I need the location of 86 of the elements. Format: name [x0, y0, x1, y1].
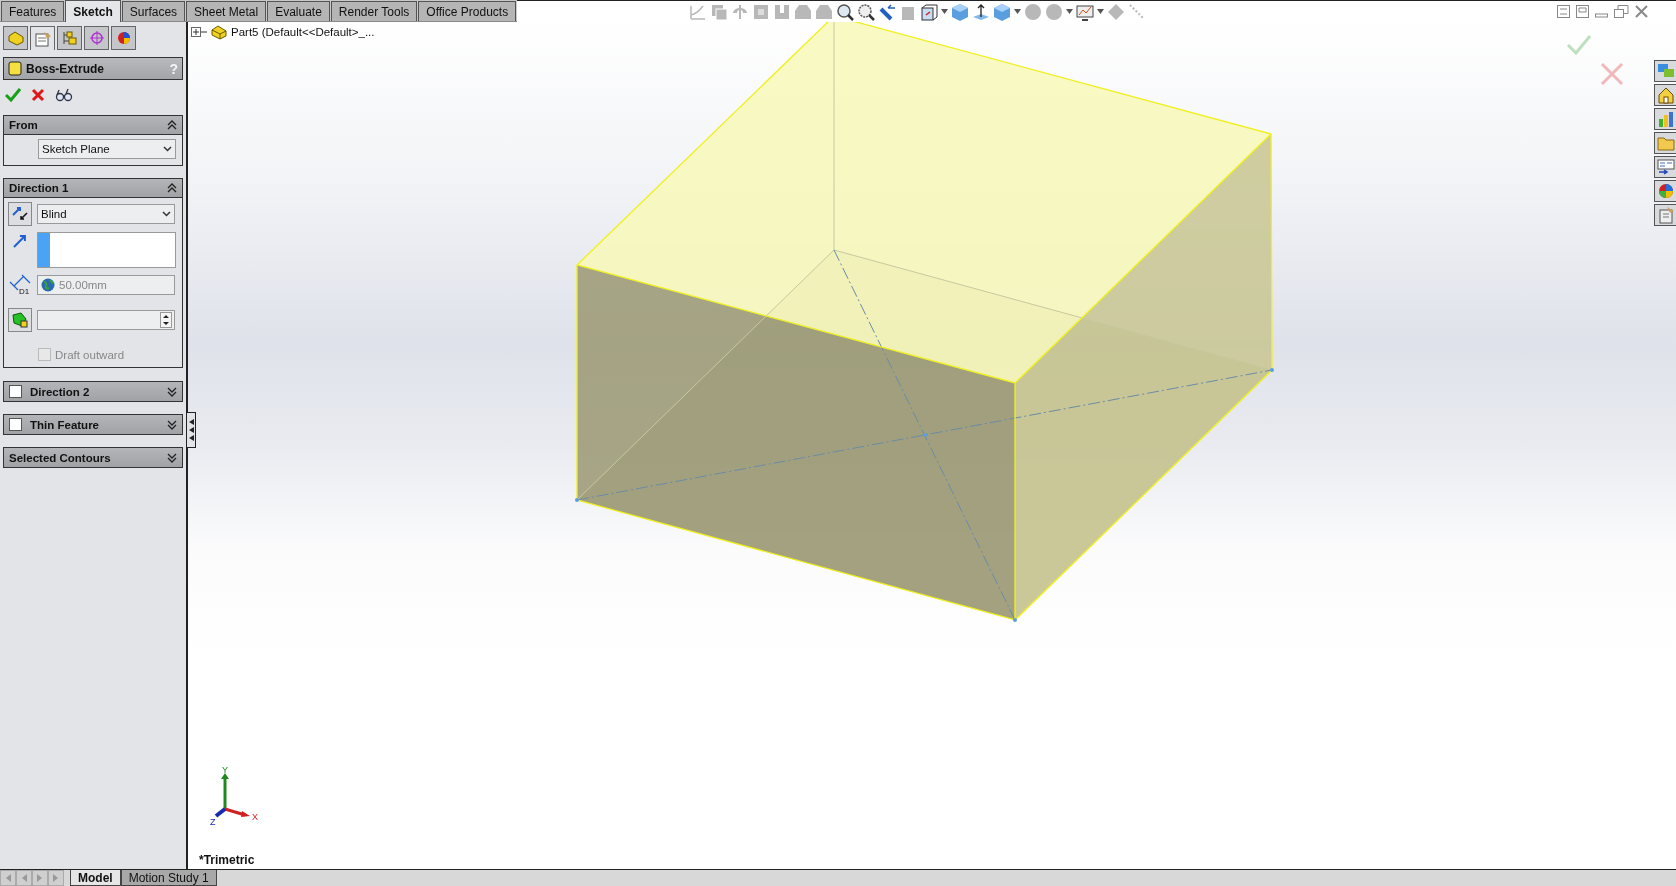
- expand-icon: [167, 419, 177, 430]
- caret-icon[interactable]: [1097, 9, 1105, 14]
- ghost-ok-check-icon[interactable]: [1566, 34, 1592, 56]
- command-tab[interactable]: Render Tools: [330, 1, 418, 21]
- task-pane-tab[interactable]: [1654, 132, 1676, 154]
- ok-check-icon[interactable]: [5, 88, 21, 102]
- bottom-tab[interactable]: Model: [70, 870, 121, 886]
- globe-icon: [40, 277, 56, 293]
- glasses-icon[interactable]: [55, 88, 73, 102]
- section-view-icon[interactable]: [710, 2, 729, 21]
- list-arrow-icon: [1656, 158, 1675, 176]
- axis-triad-drawing: Y X Z: [208, 765, 264, 827]
- panel-tab[interactable]: [111, 26, 136, 50]
- checkbox[interactable]: [9, 385, 22, 398]
- task-pane-tab[interactable]: [1654, 108, 1676, 130]
- tile-vertical-icon[interactable]: [1576, 5, 1589, 18]
- checkbox[interactable]: [9, 418, 22, 431]
- monitor-icon[interactable]: [1076, 2, 1095, 21]
- task-pane-tab[interactable]: [1654, 84, 1676, 106]
- panel-tab[interactable]: [57, 26, 82, 50]
- task-pane-tab[interactable]: [1654, 156, 1676, 178]
- draft-icon: [11, 311, 29, 329]
- crosshair-icon: [87, 30, 106, 46]
- scroll-left-icon: [21, 874, 27, 882]
- clipboard-icon: [1656, 206, 1675, 224]
- view-orientation-label: *Trimetric: [199, 853, 255, 867]
- chat-bubbles-icon: [1656, 62, 1675, 80]
- draft-button[interactable]: [8, 308, 32, 332]
- group-header[interactable]: From: [4, 116, 182, 135]
- collapse-icon: [167, 120, 177, 130]
- command-tab[interactable]: Features: [1, 1, 65, 21]
- panel-tab[interactable]: [84, 26, 109, 50]
- scroll-right-icon: [37, 874, 43, 882]
- collapse-icon: [167, 183, 177, 193]
- zoom-area-icon[interactable]: [857, 2, 876, 21]
- scroll-left-icon: [5, 874, 11, 882]
- draft-angle-field[interactable]: [37, 310, 175, 330]
- panel-tab[interactable]: [30, 26, 55, 50]
- close-icon[interactable]: [1635, 5, 1648, 18]
- reverse-direction-button[interactable]: [8, 202, 32, 226]
- start-condition-dropdown[interactable]: Sketch Plane: [38, 139, 176, 159]
- feature-header: Boss-Extrude ?: [3, 57, 183, 80]
- previous-view-icon[interactable]: [878, 2, 897, 21]
- caret-icon[interactable]: [1014, 9, 1022, 14]
- command-tab[interactable]: Sheet Metal: [186, 1, 267, 21]
- face-icon[interactable]: [752, 2, 771, 21]
- shape-icon[interactable]: [773, 2, 792, 21]
- task-pane-tab[interactable]: [1654, 180, 1676, 202]
- tree-item[interactable]: Part5 (Default<<Default>_...: [231, 26, 375, 38]
- caret-icon[interactable]: [1066, 9, 1074, 14]
- group-header[interactable]: Direction 2: [4, 382, 182, 401]
- command-tab[interactable]: Sketch: [65, 0, 121, 22]
- plane-normal-icon[interactable]: [972, 2, 991, 21]
- configuration-icon: [60, 30, 79, 46]
- restore-icon[interactable]: [1614, 5, 1629, 18]
- direction-selection-field[interactable]: [36, 232, 176, 268]
- command-tab[interactable]: Surfaces: [121, 1, 186, 21]
- home-icon: [1656, 86, 1675, 104]
- panel-tab[interactable]: [3, 26, 28, 50]
- tile-horizontal-icon[interactable]: [1557, 5, 1570, 18]
- task-pane-tab[interactable]: [1654, 204, 1676, 226]
- checkbox-label: Draft outward: [55, 348, 125, 361]
- cancel-icon[interactable]: [31, 88, 45, 102]
- bar-chart-icon: [1656, 110, 1675, 128]
- scroll-right-icon: [53, 874, 59, 882]
- color-ball-icon: [1656, 182, 1675, 200]
- cube-section-icon[interactable]: [920, 2, 939, 21]
- group-header[interactable]: Thin Feature: [4, 415, 182, 434]
- folder-icon: [1656, 134, 1675, 152]
- bottom-tab[interactable]: Motion Study 1: [120, 870, 217, 886]
- expand-icon: [167, 386, 177, 397]
- feature-tree-icon: [6, 30, 25, 46]
- property-sheet-icon: [33, 30, 52, 47]
- arrows-icon: [11, 205, 29, 223]
- group-header[interactable]: Direction 1: [4, 179, 182, 198]
- command-tab[interactable]: Evaluate: [267, 1, 330, 21]
- part-icon: [210, 24, 228, 40]
- command-tab[interactable]: Office Products: [418, 1, 517, 21]
- spinner-arrows-icon[interactable]: [160, 312, 172, 328]
- expand-icon: [167, 452, 177, 463]
- end-condition-dropdown[interactable]: Blind: [37, 204, 175, 224]
- expand-box-icon[interactable]: [191, 27, 207, 37]
- zoom-to-fit-icon[interactable]: [836, 2, 855, 21]
- group-header[interactable]: Selected Contours: [4, 448, 182, 467]
- caret-icon[interactable]: [941, 9, 949, 14]
- task-pane-tab[interactable]: [1654, 60, 1676, 82]
